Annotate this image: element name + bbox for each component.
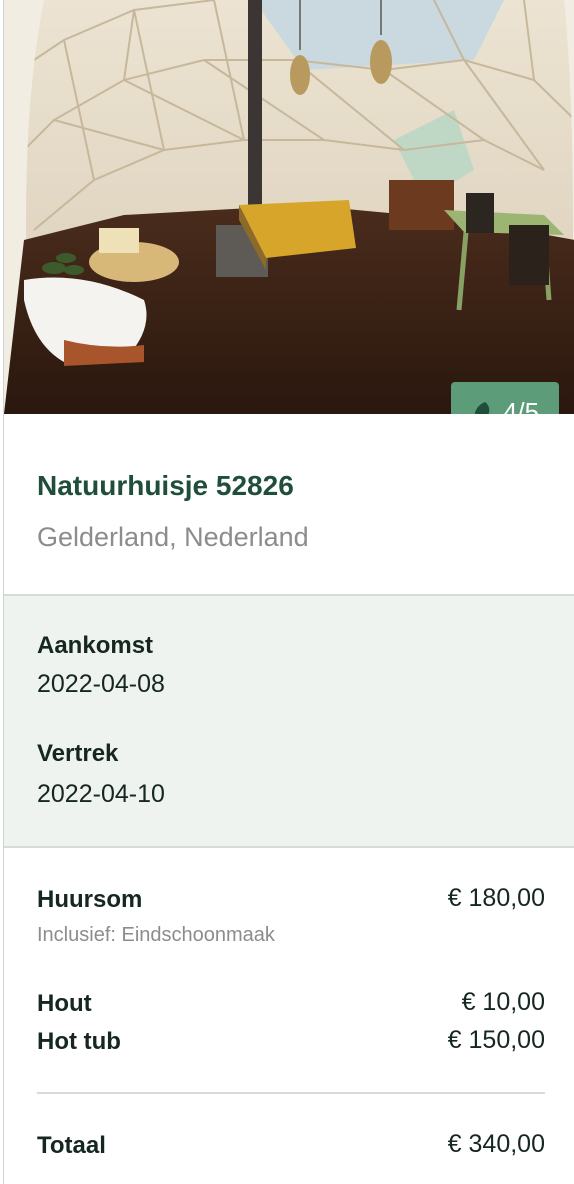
extra-label: Hout <box>37 990 92 1017</box>
rating-value: 4/5 <box>502 397 540 414</box>
departure-label: Vertrek <box>37 740 119 767</box>
listing-location: Gelderland, Nederland <box>37 522 309 552</box>
rent-label: Huursom <box>37 886 143 913</box>
dome-interior-illustration <box>4 0 574 414</box>
leaf-icon <box>474 401 490 414</box>
total-label: Totaal <box>37 1132 106 1159</box>
extra-value: € 10,00 <box>461 988 545 1016</box>
extra-label: Hot tub <box>37 1028 121 1055</box>
stay-dates-section: Aankomst 2022-04-08 Vertrek 2022-04-10 <box>4 596 574 848</box>
listing-title[interactable]: Natuurhuisje 52826 <box>37 470 294 502</box>
cost-breakdown: Huursom € 180,00 Inclusief: Eindschoonma… <box>4 848 574 1184</box>
booking-summary-card: 4/5 Natuurhuisje 52826 Gelderland, Neder… <box>3 0 574 1184</box>
extra-value: € 150,00 <box>447 1026 545 1054</box>
listing-header: Natuurhuisje 52826 Gelderland, Nederland <box>4 414 574 596</box>
accommodation-photo[interactable]: 4/5 <box>4 0 574 414</box>
rent-note: Inclusief: Eindschoonmaak <box>37 924 275 946</box>
total-value: € 340,00 <box>447 1130 545 1158</box>
total-divider <box>37 1092 545 1094</box>
arrival-label: Aankomst <box>37 632 154 659</box>
departure-date: 2022-04-10 <box>37 780 165 808</box>
rating-badge: 4/5 <box>451 382 559 414</box>
rent-value: € 180,00 <box>447 884 545 912</box>
arrival-date: 2022-04-08 <box>37 670 165 698</box>
